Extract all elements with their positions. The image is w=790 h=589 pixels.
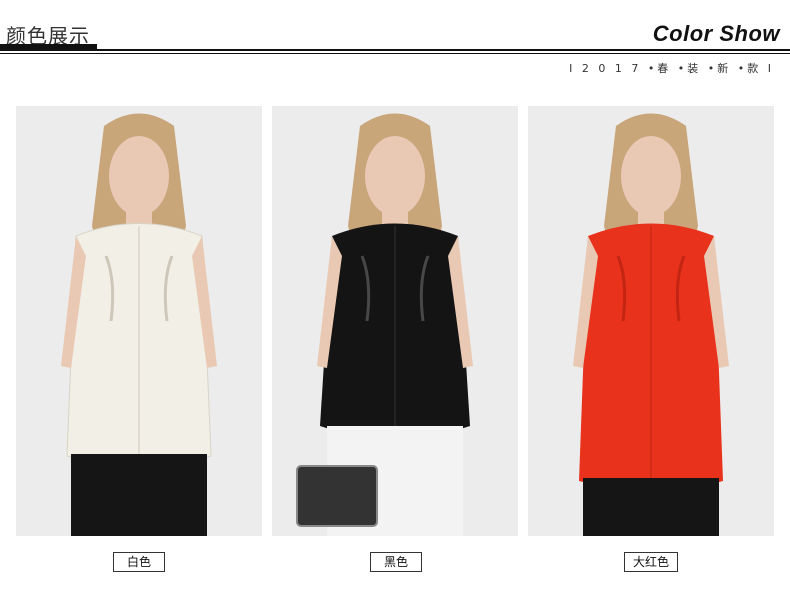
model-figure-white [61,113,217,536]
section-title-en: Color Show [652,21,780,46]
color-label-black[interactable]: 黑色 [370,552,422,572]
product-photo-black[interactable] [272,106,518,536]
product-photo-white[interactable] [16,106,262,536]
product-photo-red[interactable] [528,106,774,536]
section-header: 颜色展示 Color Show I 2 0 1 7 •春 •装 •新 •款 I [0,0,790,80]
color-label-white[interactable]: 白色 [113,552,165,572]
header-divider-thick [0,49,790,51]
model-figure-red [573,113,729,536]
color-label-red[interactable]: 大红色 [624,552,678,572]
model-figure-black [296,113,473,536]
header-divider-thin [0,53,790,54]
season-subtitle: I 2 0 1 7 •春 •装 •新 •款 I [569,62,774,75]
